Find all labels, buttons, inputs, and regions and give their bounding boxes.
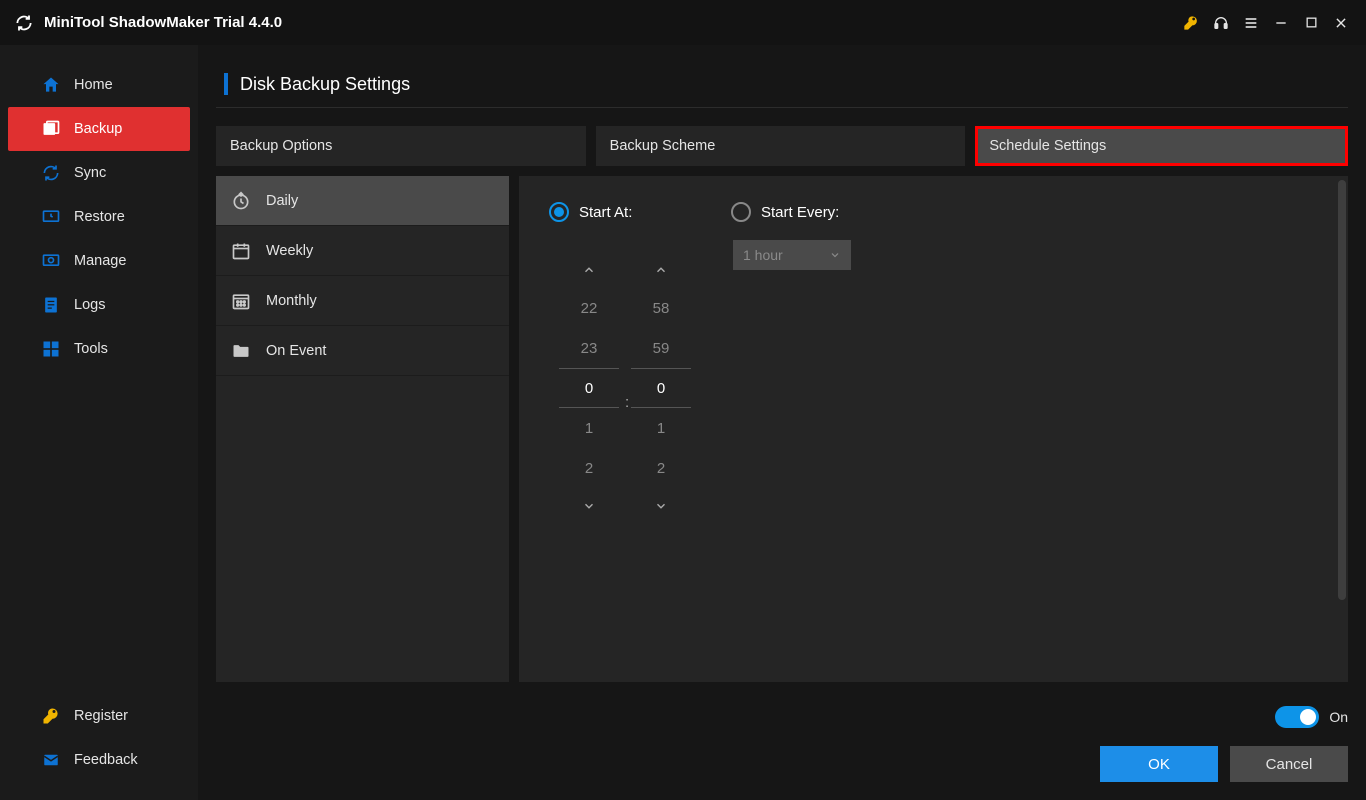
sidebar-item-home[interactable]: Home: [0, 63, 198, 107]
minute-down-icon[interactable]: [654, 488, 668, 524]
schedule-type-weekly[interactable]: Weekly: [216, 226, 509, 276]
schedule-toggle-label: On: [1329, 709, 1348, 725]
sidebar-item-label: Backup: [74, 121, 122, 137]
sidebar-item-tools[interactable]: Tools: [0, 327, 198, 371]
schedule-type-label: Monthly: [266, 293, 317, 309]
sidebar-item-label: Sync: [74, 165, 106, 181]
hour-down-icon[interactable]: [582, 488, 596, 524]
schedule-type-label: Daily: [266, 193, 298, 209]
schedule-type-monthly[interactable]: Monthly: [216, 276, 509, 326]
sync-icon: [40, 162, 62, 184]
minute-up-icon[interactable]: [654, 252, 668, 288]
tab-label: Backup Options: [230, 138, 332, 154]
sidebar-item-restore[interactable]: Restore: [0, 195, 198, 239]
page-title: Disk Backup Settings: [240, 74, 410, 95]
sidebar-item-logs[interactable]: Logs: [0, 283, 198, 327]
ok-button[interactable]: OK: [1100, 746, 1218, 782]
titlebar: MiniTool ShadowMaker Trial 4.4.0: [0, 0, 1366, 45]
sidebar: Home Backup Sync Restore Manage Logs Too…: [0, 45, 198, 800]
footer: On OK Cancel: [216, 682, 1348, 782]
page-title-row: Disk Backup Settings: [216, 73, 1348, 108]
headset-icon[interactable]: [1206, 8, 1236, 38]
schedule-type-on-event[interactable]: On Event: [216, 326, 509, 376]
minute-option[interactable]: 2: [657, 448, 665, 488]
calendar-icon: [230, 240, 252, 262]
manage-icon: [40, 250, 62, 272]
sidebar-item-label: Tools: [74, 341, 108, 357]
backup-icon: [40, 118, 62, 140]
radio-start-at-label: Start At:: [579, 204, 632, 221]
sidebar-item-label: Restore: [74, 209, 125, 225]
menu-icon[interactable]: [1236, 8, 1266, 38]
app-logo-icon: [14, 13, 34, 33]
tabs: Backup Options Backup Scheme Schedule Se…: [216, 126, 1348, 166]
sidebar-item-backup[interactable]: Backup: [8, 107, 190, 151]
hour-up-icon[interactable]: [582, 252, 596, 288]
restore-icon: [40, 206, 62, 228]
tab-backup-options[interactable]: Backup Options: [216, 126, 586, 166]
schedule-toggle-row: On: [1275, 706, 1348, 728]
cancel-button[interactable]: Cancel: [1230, 746, 1348, 782]
interval-value: 1 hour: [743, 247, 783, 263]
sidebar-item-label: Register: [74, 708, 128, 724]
panel-scrollbar[interactable]: [1338, 180, 1346, 600]
register-key-icon: [40, 705, 62, 727]
sidebar-item-manage[interactable]: Manage: [0, 239, 198, 283]
sidebar-item-register[interactable]: Register: [0, 694, 198, 738]
schedule-type-label: Weekly: [266, 243, 313, 259]
minute-selected[interactable]: 0: [631, 368, 691, 408]
hour-option[interactable]: 22: [581, 288, 598, 328]
hour-option[interactable]: 2: [585, 448, 593, 488]
tab-schedule-settings[interactable]: Schedule Settings: [975, 126, 1348, 166]
key-icon[interactable]: [1176, 8, 1206, 38]
content-area: Disk Backup Settings Backup Options Back…: [198, 45, 1366, 800]
schedule-type-label: On Event: [266, 343, 326, 359]
sidebar-item-label: Logs: [74, 297, 105, 313]
interval-select[interactable]: 1 hour: [733, 240, 851, 270]
schedule-type-daily[interactable]: Daily: [216, 176, 509, 226]
schedule-type-list: Daily Weekly Monthly On Event: [216, 176, 509, 682]
logs-icon: [40, 294, 62, 316]
close-icon[interactable]: [1326, 8, 1356, 38]
home-icon: [40, 74, 62, 96]
sidebar-item-label: Manage: [74, 253, 126, 269]
minute-option[interactable]: 58: [653, 288, 670, 328]
hour-option[interactable]: 23: [581, 328, 598, 368]
schedule-toggle[interactable]: [1275, 706, 1319, 728]
time-picker: 22 23 0 1 2 : 58 59: [553, 240, 697, 536]
button-label: Cancel: [1266, 756, 1313, 773]
calendar-grid-icon: [230, 290, 252, 312]
folder-icon: [230, 340, 252, 362]
minimize-icon[interactable]: [1266, 8, 1296, 38]
hour-selected[interactable]: 0: [559, 368, 619, 408]
chevron-down-icon: [829, 249, 841, 261]
radio-start-at[interactable]: [549, 202, 569, 222]
feedback-mail-icon: [40, 749, 62, 771]
minute-option[interactable]: 1: [657, 408, 665, 448]
clock-icon: [230, 190, 252, 212]
schedule-settings-panel: Start At: 22 23 0 1 2: [519, 176, 1348, 682]
tab-backup-scheme[interactable]: Backup Scheme: [596, 126, 966, 166]
sidebar-item-label: Home: [74, 77, 113, 93]
app-title: MiniTool ShadowMaker Trial 4.4.0: [44, 14, 282, 31]
tab-label: Schedule Settings: [989, 138, 1106, 154]
button-label: OK: [1148, 756, 1170, 773]
sidebar-item-label: Feedback: [74, 752, 138, 768]
minute-column: 58 59 0 1 2: [625, 252, 697, 524]
radio-start-at-row: Start At:: [549, 202, 697, 222]
minute-option[interactable]: 59: [653, 328, 670, 368]
radio-start-every-label: Start Every:: [761, 204, 839, 221]
tools-icon: [40, 338, 62, 360]
hour-option[interactable]: 1: [585, 408, 593, 448]
maximize-icon[interactable]: [1296, 8, 1326, 38]
tab-label: Backup Scheme: [610, 138, 716, 154]
radio-start-every[interactable]: [731, 202, 751, 222]
sidebar-item-feedback[interactable]: Feedback: [0, 738, 198, 782]
page-title-accent: [224, 73, 228, 95]
sidebar-item-sync[interactable]: Sync: [0, 151, 198, 195]
radio-start-every-row: Start Every:: [731, 202, 851, 222]
hour-column: 22 23 0 1 2: [553, 252, 625, 524]
